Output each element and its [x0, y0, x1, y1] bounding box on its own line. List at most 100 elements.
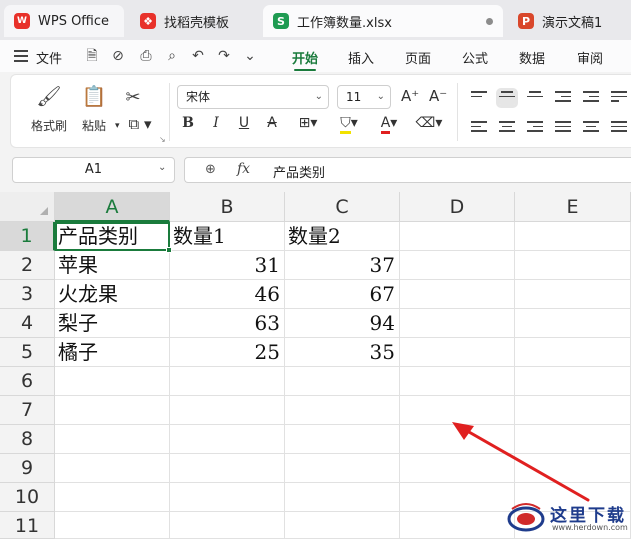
cell-a10[interactable] — [55, 483, 170, 512]
chevron-down-icon[interactable]: ▾ — [115, 121, 120, 131]
align-bottom-icon[interactable] — [527, 91, 543, 105]
cell-a4[interactable]: 梨子 — [55, 309, 170, 338]
row-header-3[interactable]: 3 — [0, 280, 55, 309]
cell-b4[interactable]: 63 — [170, 309, 285, 338]
print-preview-icon[interactable]: ⌕ — [164, 48, 180, 64]
cell-c4[interactable]: 94 — [285, 309, 400, 338]
cell-b5[interactable]: 25 — [170, 338, 285, 367]
increase-font-icon[interactable]: A⁺ — [401, 87, 419, 105]
align-center-icon[interactable] — [499, 121, 515, 135]
decrease-font-icon[interactable]: A⁻ — [429, 87, 447, 105]
row-header-9[interactable]: 9 — [0, 454, 55, 483]
borders-icon[interactable]: ⊞▾ — [293, 115, 323, 131]
cell-b1[interactable]: 数量1 — [170, 222, 285, 251]
cell-d3[interactable] — [400, 280, 515, 309]
formula-input-area[interactable]: ⊕ fx 产品类别 — [184, 157, 631, 183]
cell-d2[interactable] — [400, 251, 515, 280]
clipboard-expand-icon[interactable]: ↘ — [159, 135, 166, 144]
cell-a11[interactable] — [55, 512, 170, 539]
cell-a1[interactable]: 产品类别 — [55, 222, 170, 251]
cell-e1[interactable] — [515, 222, 631, 251]
cell-d11[interactable] — [400, 512, 515, 539]
merge-cells-icon[interactable] — [611, 121, 627, 135]
underline-button[interactable]: U — [235, 115, 253, 131]
cell-a8[interactable] — [55, 425, 170, 454]
cell-c2[interactable]: 37 — [285, 251, 400, 280]
row-header-8[interactable]: 8 — [0, 425, 55, 454]
eraser-icon[interactable]: ⌫▾ — [413, 115, 445, 131]
cell-b11[interactable] — [170, 512, 285, 539]
tab-presentation[interactable]: P 演示文稿1 — [508, 5, 631, 37]
cell-b6[interactable] — [170, 367, 285, 396]
cell-e4[interactable] — [515, 309, 631, 338]
column-header-b[interactable]: B — [170, 192, 285, 222]
cell-b3[interactable]: 46 — [170, 280, 285, 309]
tab-workbook[interactable]: S 工作簿数量.xlsx — [263, 5, 503, 37]
column-header-d[interactable]: D — [400, 192, 515, 222]
cell-d6[interactable] — [400, 367, 515, 396]
cell-d5[interactable] — [400, 338, 515, 367]
row-header-2[interactable]: 2 — [0, 251, 55, 280]
decrease-indent-icon[interactable] — [555, 91, 571, 105]
italic-button[interactable]: I — [207, 115, 225, 131]
cell-b2[interactable]: 31 — [170, 251, 285, 280]
zoom-lens-icon[interactable]: ⊕ — [205, 162, 216, 177]
tab-wps-office[interactable]: W WPS Office — [4, 5, 124, 37]
row-header-7[interactable]: 7 — [0, 396, 55, 425]
cell-a3[interactable]: 火龙果 — [55, 280, 170, 309]
paste-button[interactable]: 📋 粘贴 — [77, 85, 111, 134]
menu-file[interactable]: 文件 — [36, 48, 62, 67]
cell-b7[interactable] — [170, 396, 285, 425]
cell-c7[interactable] — [285, 396, 400, 425]
unsaved-dot-icon[interactable] — [486, 18, 493, 25]
redo-icon[interactable]: ↷ — [216, 48, 232, 64]
column-header-c[interactable]: C — [285, 192, 400, 222]
cell-c8[interactable] — [285, 425, 400, 454]
tab-data[interactable]: 数据 — [519, 48, 545, 67]
tab-insert[interactable]: 插入 — [348, 48, 374, 67]
fill-color-button[interactable]: ⛉▾ — [333, 115, 365, 134]
chevron-down-icon[interactable]: ⌄ — [158, 162, 166, 173]
cell-a9[interactable] — [55, 454, 170, 483]
undo-icon[interactable]: ↶ — [190, 48, 206, 64]
cell-c6[interactable] — [285, 367, 400, 396]
cell-c9[interactable] — [285, 454, 400, 483]
cell-b10[interactable] — [170, 483, 285, 512]
cell-c1[interactable]: 数量2 — [285, 222, 400, 251]
tab-formulas[interactable]: 公式 — [462, 48, 488, 67]
row-header-1[interactable]: 1 — [0, 222, 55, 251]
row-header-6[interactable]: 6 — [0, 367, 55, 396]
cell-d1[interactable] — [400, 222, 515, 251]
column-header-a[interactable]: A — [55, 192, 170, 222]
cell-c3[interactable]: 67 — [285, 280, 400, 309]
row-header-4[interactable]: 4 — [0, 309, 55, 338]
chevron-down-icon[interactable]: ⌄ — [242, 48, 258, 64]
row-header-10[interactable]: 10 — [0, 483, 55, 512]
name-box[interactable]: A1 — [12, 157, 175, 183]
bold-button[interactable]: B — [179, 115, 197, 131]
cell-c5[interactable]: 35 — [285, 338, 400, 367]
align-left-icon[interactable] — [471, 121, 487, 135]
cell-a6[interactable] — [55, 367, 170, 396]
distributed-icon[interactable] — [583, 121, 599, 135]
select-all-corner[interactable] — [0, 192, 55, 222]
row-header-11[interactable]: 11 — [0, 512, 55, 539]
cell-b8[interactable] — [170, 425, 285, 454]
cell-a5[interactable]: 橘子 — [55, 338, 170, 367]
save-icon[interactable]: 🗎 — [84, 48, 100, 64]
tab-review[interactable]: 审阅 — [577, 48, 603, 67]
font-size-select[interactable]: 11 ⌄ — [337, 85, 391, 109]
column-header-e[interactable]: E — [515, 192, 631, 222]
cell-d4[interactable] — [400, 309, 515, 338]
cell-e2[interactable] — [515, 251, 631, 280]
print-icon[interactable]: ⎙ — [138, 48, 154, 64]
cell-e5[interactable] — [515, 338, 631, 367]
align-right-icon[interactable] — [527, 121, 543, 135]
align-top-icon[interactable] — [471, 91, 487, 105]
cell-a2[interactable]: 苹果 — [55, 251, 170, 280]
cell-b9[interactable] — [170, 454, 285, 483]
justify-icon[interactable] — [555, 121, 571, 135]
increase-indent-icon[interactable] — [583, 91, 599, 105]
cell-a7[interactable] — [55, 396, 170, 425]
align-middle-icon[interactable] — [496, 88, 518, 108]
